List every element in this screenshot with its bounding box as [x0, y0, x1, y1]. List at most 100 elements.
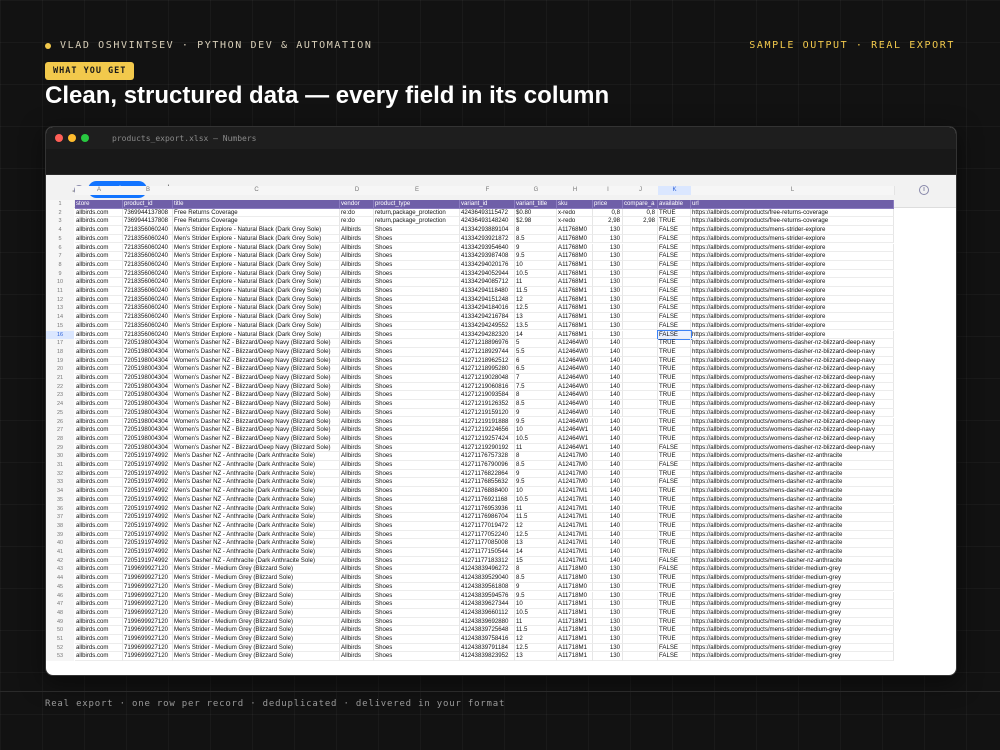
table-cell[interactable]: 10.5	[515, 269, 557, 279]
table-cell[interactable]: 41271218896976	[460, 339, 515, 348]
table-cell[interactable]: allbirds.com	[75, 608, 123, 618]
table-cell[interactable]: allbirds.com	[75, 600, 123, 609]
table-cell[interactable]: TRUE	[658, 521, 691, 531]
table-cell[interactable]: A11718M0	[557, 565, 593, 575]
table-cell[interactable]: Men's Dasher NZ - Anthracite (Dark Anthr…	[173, 521, 340, 531]
table-cell[interactable]: A12417M0	[557, 452, 593, 461]
table-cell[interactable]: A12417M1	[557, 556, 593, 566]
table-cell[interactable]	[623, 600, 658, 609]
table-cell[interactable]: 8.5	[515, 400, 557, 409]
table-cell[interactable]: 10.5	[515, 495, 557, 505]
table-cell[interactable]: allbirds.com	[75, 591, 123, 601]
table-cell[interactable]: TRUE	[658, 591, 691, 601]
table-cell[interactable]: 41271219028048	[460, 374, 515, 383]
table-cell[interactable]: 130	[593, 252, 623, 261]
table-cell[interactable]: allbirds.com	[75, 556, 123, 566]
table-cell[interactable]: https://allbirds.com/products/mens-strid…	[691, 260, 894, 270]
table-cell[interactable]: Men's Strider Explore - Natural Black (D…	[173, 269, 340, 279]
table-cell[interactable]: Men's Strider - Medium Grey (Blizzard So…	[173, 565, 340, 575]
table-cell[interactable]: https://allbirds.com/products/mens-dashe…	[691, 487, 894, 496]
table-cell[interactable]: A12417M1	[557, 504, 593, 514]
table-cell[interactable]: 41271219159120	[460, 408, 515, 418]
table-cell[interactable]	[623, 461, 658, 470]
table-cell[interactable]: TRUE	[658, 434, 691, 444]
table-cell[interactable]: 140	[593, 469, 623, 479]
table-cell[interactable]: Allbirds	[340, 530, 374, 540]
table-cell[interactable]: Shoes	[374, 269, 460, 279]
column-header-vendor[interactable]: vendor	[340, 200, 374, 209]
table-cell[interactable]	[623, 304, 658, 314]
table-cell[interactable]: return,package_protection	[374, 208, 460, 218]
table-cell[interactable]: Shoes	[374, 565, 460, 575]
table-cell[interactable]: 13	[515, 652, 557, 662]
table-cell[interactable]: allbirds.com	[75, 330, 123, 340]
row-number[interactable]: 43	[46, 565, 74, 575]
table-cell[interactable]: A12417M1	[557, 548, 593, 557]
row-number[interactable]: 31	[46, 461, 74, 470]
row-number[interactable]: 34	[46, 487, 74, 496]
column-letter-k[interactable]: K	[658, 186, 692, 195]
table-cell[interactable]: x-redo	[557, 217, 593, 227]
table-cell[interactable]: Shoes	[374, 243, 460, 253]
row-number[interactable]: 25	[46, 408, 74, 418]
column-header-title[interactable]: title	[173, 200, 340, 209]
row-number[interactable]: 7	[46, 252, 74, 261]
table-cell[interactable]: Allbirds	[340, 400, 374, 409]
table-cell[interactable]: https://allbirds.com/products/mens-strid…	[691, 252, 894, 261]
table-cell[interactable]: 9.5	[515, 591, 557, 601]
table-cell[interactable]: Shoes	[374, 252, 460, 261]
table-cell[interactable]: Men's Strider Explore - Natural Black (D…	[173, 234, 340, 244]
table-cell[interactable]: 7369944137808	[123, 208, 173, 218]
table-cell[interactable]: Men's Strider - Medium Grey (Blizzard So…	[173, 617, 340, 627]
table-cell[interactable]: 7205191974992	[123, 452, 173, 461]
table-cell[interactable]: https://allbirds.com/products/womens-das…	[691, 417, 894, 427]
table-cell[interactable]	[623, 321, 658, 331]
column-letter-a[interactable]: A	[75, 186, 124, 195]
row-number[interactable]: 21	[46, 374, 74, 383]
table-cell[interactable]: A11768M0	[557, 243, 593, 253]
table-cell[interactable]: 41334294085712	[460, 278, 515, 287]
table-cell[interactable]: allbirds.com	[75, 243, 123, 253]
table-cell[interactable]	[623, 565, 658, 575]
table-cell[interactable]: Men's Strider Explore - Natural Black (D…	[173, 243, 340, 253]
column-letter-e[interactable]: E	[374, 186, 461, 195]
row-number[interactable]: 4	[46, 226, 74, 235]
table-cell[interactable]: Men's Strider Explore - Natural Black (D…	[173, 226, 340, 235]
table-cell[interactable]: 41271176855632	[460, 478, 515, 488]
table-cell[interactable]: 130	[593, 321, 623, 331]
table-cell[interactable]: 5.5	[515, 347, 557, 357]
table-cell[interactable]: Shoes	[374, 504, 460, 514]
table-cell[interactable]: 7	[515, 374, 557, 383]
table-cell[interactable]: Shoes	[374, 226, 460, 235]
table-cell[interactable]: 7205191974992	[123, 461, 173, 470]
table-cell[interactable]: Allbirds	[340, 652, 374, 662]
table-cell[interactable]: 7199699927120	[123, 643, 173, 653]
table-cell[interactable]: 7205198004304	[123, 347, 173, 357]
table-cell[interactable]: FALSE	[658, 234, 691, 244]
table-cell[interactable]: 41334293889104	[460, 226, 515, 235]
table-cell[interactable]: TRUE	[658, 374, 691, 383]
table-cell[interactable]: 7218356060240	[123, 313, 173, 322]
row-number[interactable]: 51	[46, 635, 74, 644]
table-cell[interactable]: 41271176790096	[460, 461, 515, 470]
table-cell[interactable]	[623, 417, 658, 427]
table-cell[interactable]: 130	[593, 600, 623, 609]
row-number[interactable]: 6	[46, 243, 74, 253]
table-cell[interactable]	[623, 287, 658, 296]
table-cell[interactable]: 8.5	[515, 461, 557, 470]
table-cell[interactable]	[623, 400, 658, 409]
table-cell[interactable]: A12417M1	[557, 513, 593, 522]
table-cell[interactable]	[623, 269, 658, 279]
table-cell[interactable]: https://allbirds.com/products/mens-dashe…	[691, 513, 894, 522]
table-cell[interactable]: A11768M1	[557, 304, 593, 314]
table-cell[interactable]: 7205191974992	[123, 548, 173, 557]
table-cell[interactable]: https://allbirds.com/products/mens-strid…	[691, 582, 894, 592]
table-cell[interactable]: 130	[593, 313, 623, 322]
table-cell[interactable]: Shoes	[374, 600, 460, 609]
table-cell[interactable]	[623, 574, 658, 583]
table-cell[interactable]: allbirds.com	[75, 530, 123, 540]
row-number[interactable]: 30	[46, 452, 74, 461]
table-cell[interactable]: 41271219060816	[460, 382, 515, 392]
column-letter-l[interactable]: L	[691, 186, 895, 195]
table-cell[interactable]	[623, 260, 658, 270]
